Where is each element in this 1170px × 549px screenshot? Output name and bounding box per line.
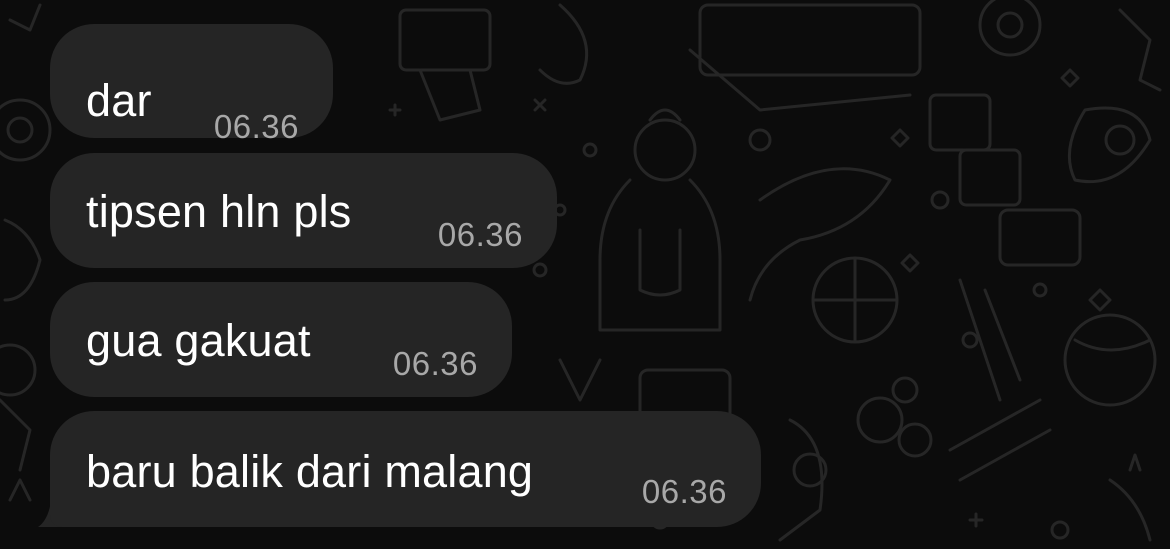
- message-text: baru balik dari malang: [86, 446, 534, 497]
- message-bubble[interactable]: tipsen hln pls 06.36: [50, 153, 557, 268]
- message-bubble[interactable]: baru balik dari malang 06.36: [50, 411, 761, 527]
- message-timestamp: 06.36: [392, 345, 478, 382]
- message-text: gua gakuat: [86, 315, 311, 366]
- message-timestamp: 06.36: [437, 216, 523, 253]
- message-text: tipsen hln pls: [86, 186, 352, 237]
- message-text: dar: [86, 75, 152, 126]
- message-bubble[interactable]: dar 06.36: [50, 24, 333, 143]
- chat-screen: { "messages": [ {"text": "dar", "time": …: [0, 0, 1170, 549]
- message-timestamp: 06.36: [641, 473, 727, 510]
- message-timestamp: 06.36: [213, 108, 299, 145]
- message-bubble[interactable]: gua gakuat 06.36: [50, 282, 512, 397]
